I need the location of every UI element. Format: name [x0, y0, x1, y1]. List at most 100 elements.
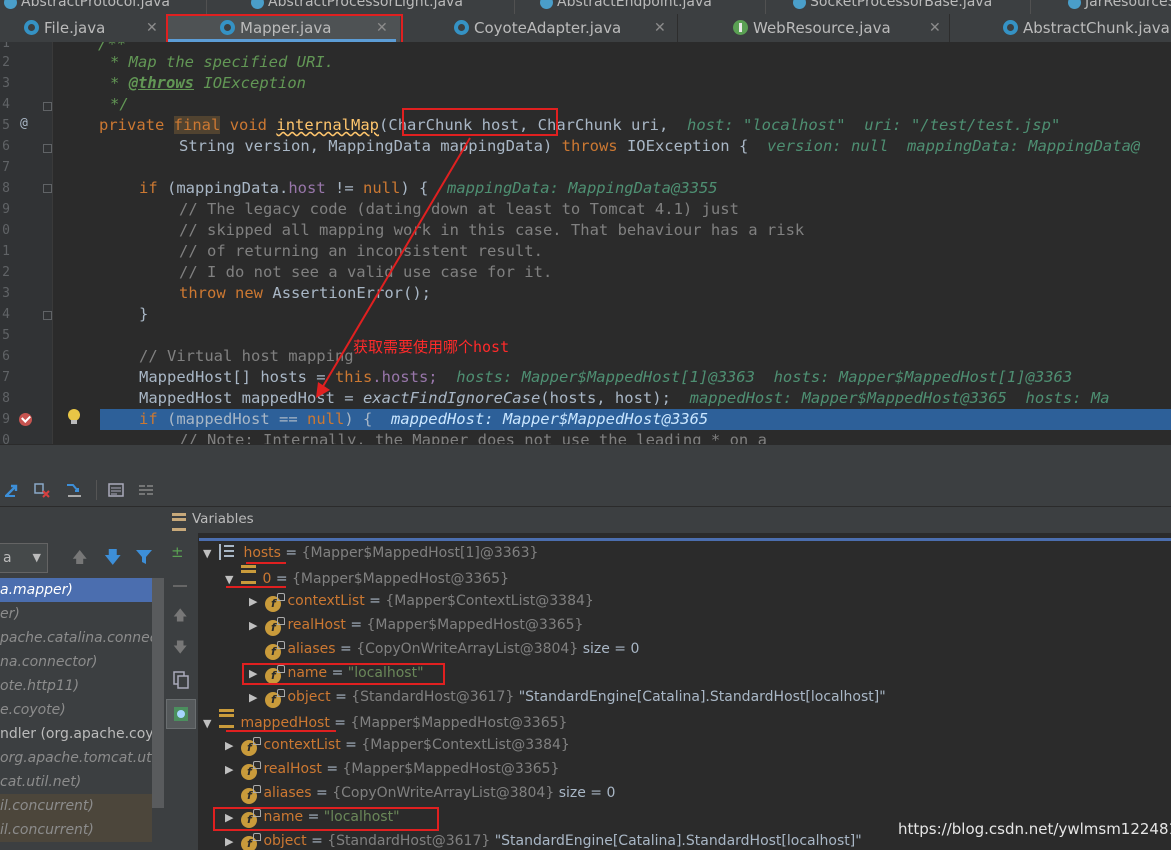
editor-gutter[interactable]: 1 2 3 4 5 6 7 8 9 0 1 2 3 4 5 6 7 8 9 0 …: [0, 42, 53, 444]
tab-coyote-adapter-java[interactable]: CoyoteAdapter.java ✕: [404, 14, 676, 42]
close-icon[interactable]: ✕: [654, 14, 666, 42]
stack-frame[interactable]: ndler (org.apache.coyote: [0, 722, 152, 746]
fold-marker-icon[interactable]: [43, 184, 52, 193]
class-icon: [251, 0, 264, 9]
filter-icon[interactable]: [135, 549, 153, 565]
step-out-icon[interactable]: [4, 482, 20, 498]
copy-icon[interactable]: [173, 671, 189, 689]
expand-arrow-icon[interactable]: ▶: [249, 614, 261, 638]
chevron-down-icon: ▼: [32, 551, 41, 564]
interface-icon: [733, 20, 748, 35]
trace-stream-icon[interactable]: [138, 482, 154, 498]
breakpoint-icon[interactable]: [19, 413, 32, 426]
tab-socket-processor-base[interactable]: SocketProcessorBase.java: [793, 0, 992, 14]
thread-selector[interactable]: a ▼: [0, 543, 48, 573]
add-watch-icon[interactable]: ±: [171, 543, 184, 561]
run-to-cursor-icon[interactable]: [66, 482, 82, 498]
show-objects-toggle[interactable]: [166, 699, 196, 729]
move-down-icon[interactable]: 🡇: [173, 637, 187, 661]
variable-row-field[interactable]: ▶ f realHost = {Mapper$MappedHost@3365}: [249, 613, 583, 637]
variable-row-field[interactable]: ▶ f contextList = {Mapper$ContextList@338…: [225, 733, 570, 757]
override-marker-icon[interactable]: @: [20, 116, 28, 131]
move-up-icon[interactable]: 🡅: [173, 605, 187, 629]
code-line: * @throws IOException: [110, 74, 307, 92]
line-number: 4: [2, 97, 10, 112]
expand-arrow-icon[interactable]: ▶: [225, 758, 237, 782]
class-icon: [24, 20, 39, 35]
variable-row-field[interactable]: f aliases = {CopyOnWriteArrayList@3804} s…: [225, 781, 615, 805]
tab-jar-resource[interactable]: JarResourceS: [1068, 0, 1171, 14]
array-list-icon: [219, 544, 237, 560]
object-icon: [241, 565, 257, 584]
field-icon: f: [241, 761, 262, 780]
tab-abstract-protocol[interactable]: AbstractProtocol.java: [4, 0, 170, 14]
expand-arrow-icon[interactable]: ▼: [203, 542, 215, 566]
line-number: 5: [2, 328, 10, 343]
expand-arrow-icon[interactable]: ▶: [225, 830, 237, 850]
line-number: 3: [2, 286, 10, 301]
code-line-current: if (mappedHost == null) { mappedHost: Ma…: [139, 410, 709, 428]
line-number: 1: [2, 244, 10, 259]
tab-separator: [1030, 0, 1031, 14]
line-number: 6: [2, 349, 10, 364]
line-number: 9: [2, 202, 10, 217]
variable-row-field[interactable]: f aliases = {CopyOnWriteArrayList@3804} s…: [249, 637, 639, 661]
stack-frame-library[interactable]: il.concurrent): [0, 794, 152, 818]
panel-splitter[interactable]: [0, 444, 1171, 475]
code-line: // I do not see a valid use case for it.: [179, 263, 553, 281]
stack-frame[interactable]: org.apache.tomcat.util.ne: [0, 746, 152, 770]
stack-frame[interactable]: cat.util.net): [0, 770, 152, 794]
stack-frame-library[interactable]: il.concurrent): [0, 818, 152, 842]
variable-row-field[interactable]: ▶ f contextList = {Mapper$ContextList@338…: [249, 589, 594, 613]
tab-separator: [765, 0, 766, 14]
close-icon[interactable]: ✕: [929, 14, 941, 42]
code-line: */: [110, 95, 129, 113]
variable-row-field[interactable]: ▶ f object = {StandardHost@3617} "Standar…: [249, 685, 886, 709]
expand-arrow-icon[interactable]: ▼: [225, 568, 237, 592]
tab-web-resource-java[interactable]: WebResource.java ✕: [679, 14, 949, 42]
object-icon: [219, 709, 235, 728]
stack-frame[interactable]: e.coyote): [0, 698, 152, 722]
remove-watch-icon[interactable]: [173, 585, 187, 587]
arrow-down-icon[interactable]: 🡇: [104, 545, 121, 574]
drop-frame-icon[interactable]: [34, 482, 50, 498]
code-editor[interactable]: 1 2 3 4 5 6 7 8 9 0 1 2 3 4 5 6 7 8 9 0 …: [0, 42, 1171, 444]
expand-arrow-icon[interactable]: ▶: [249, 686, 261, 710]
fold-marker-icon[interactable]: [43, 311, 52, 320]
fold-marker-icon[interactable]: [43, 102, 52, 111]
tab-abstract-endpoint[interactable]: AbstractEndpoint.java: [540, 0, 712, 14]
field-icon: f: [265, 617, 286, 636]
line-number: 7: [2, 370, 10, 385]
variables-title: Variables: [192, 511, 254, 527]
expand-arrow-icon[interactable]: ▶: [249, 590, 261, 614]
tab-abstract-chunk-java[interactable]: AbstractChunk.java: [951, 14, 1171, 42]
stack-frame[interactable]: na.connector): [0, 650, 152, 674]
tab-abstract-processor-light[interactable]: AbstractProcessorLight.java: [251, 0, 463, 14]
variables-side-toolbar: ± 🡅 🡇: [164, 533, 199, 850]
line-number: 0: [2, 223, 10, 238]
frames-scrollbar[interactable]: [152, 578, 164, 808]
stack-frame[interactable]: a.mapper): [0, 578, 152, 602]
close-icon[interactable]: ✕: [146, 14, 158, 42]
variable-row-field[interactable]: ▶ f object = {StandardHost@3617} "Standar…: [225, 829, 862, 850]
fold-marker-icon[interactable]: [43, 144, 52, 153]
expand-arrow-icon[interactable]: ▶: [225, 734, 237, 758]
code-line: MappedHost[] hosts = this.hosts; hosts: …: [139, 368, 1073, 386]
stack-frame[interactable]: pache.catalina.connector): [0, 626, 152, 650]
tab-separator: [206, 0, 207, 14]
expand-arrow-icon[interactable]: ▼: [203, 712, 215, 736]
evaluate-expression-icon[interactable]: [108, 482, 124, 498]
stack-frame[interactable]: er): [0, 602, 152, 626]
top-tab-row: AbstractProtocol.java AbstractProcessorL…: [0, 0, 1171, 14]
code-line: MappedHost mappedHost = exactFindIgnoreC…: [139, 389, 1110, 407]
lightbulb-icon[interactable]: [68, 409, 80, 424]
stack-frame[interactable]: ote.http11): [0, 674, 152, 698]
tab-file-java[interactable]: File.java ✕: [0, 14, 166, 42]
line-number: 8: [2, 391, 10, 406]
frames-toolbar: a ▼ 🡅 🡇: [0, 533, 164, 582]
variable-row-field[interactable]: ▶ f realHost = {Mapper$MappedHost@3365}: [225, 757, 559, 781]
debug-toolbar: [0, 474, 1171, 507]
line-number: 1: [2, 42, 10, 51]
arrow-up-icon[interactable]: 🡅: [72, 547, 87, 572]
variables-tree: ▼ hosts = {Mapper$MappedHost[1]@3363} ▼ …: [199, 533, 1171, 850]
